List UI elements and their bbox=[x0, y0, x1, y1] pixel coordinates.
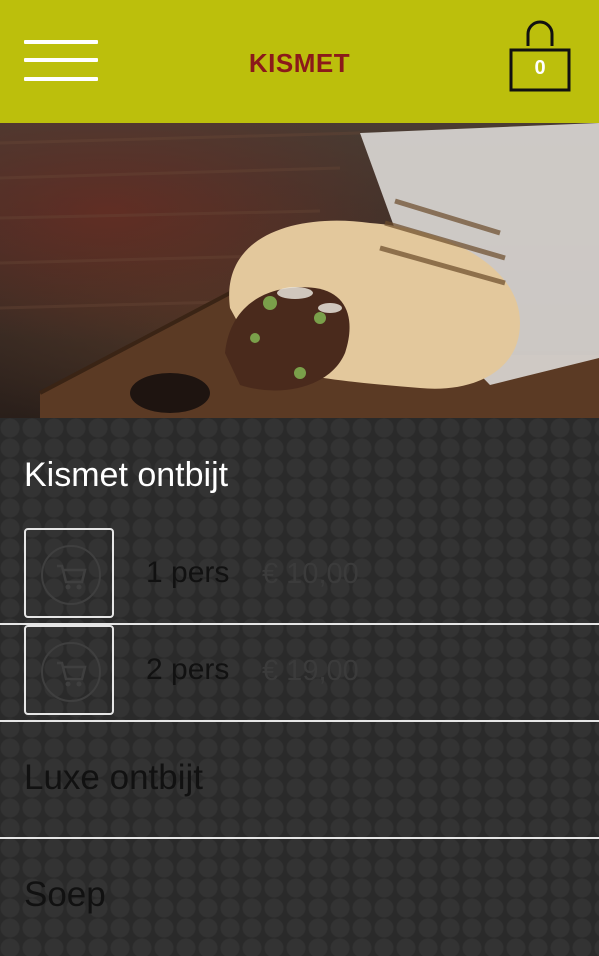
add-to-cart-button[interactable] bbox=[24, 625, 114, 715]
shopping-bag-icon bbox=[509, 20, 571, 92]
hamburger-line bbox=[24, 40, 98, 44]
cart-icon bbox=[41, 642, 101, 702]
category-soep[interactable]: Soep bbox=[0, 839, 599, 956]
menu-option-row: 1 pers € 10,00 bbox=[0, 528, 599, 625]
top-bar: KISMET 0 bbox=[0, 0, 599, 123]
category-title: Kismet ontbijt bbox=[24, 456, 229, 494]
option-label: 2 pers bbox=[146, 653, 230, 686]
menu-option-row: 2 pers € 19,00 bbox=[0, 625, 599, 722]
cart-icon bbox=[41, 545, 101, 605]
category-luxe-ontbijt[interactable]: Luxe ontbijt bbox=[0, 722, 599, 839]
cart-button[interactable]: 0 bbox=[507, 20, 573, 92]
food-photo bbox=[0, 123, 599, 418]
cart-count: 0 bbox=[534, 57, 546, 79]
add-to-cart-button[interactable] bbox=[24, 528, 114, 618]
menu-list: Kismet ontbijt 1 pers € 10,00 2 pers € 1… bbox=[0, 418, 599, 956]
option-label: 1 pers bbox=[146, 556, 230, 589]
hero-image bbox=[0, 123, 599, 418]
option-price: € 19,00 bbox=[262, 655, 359, 687]
option-price: € 10,00 bbox=[262, 558, 359, 590]
